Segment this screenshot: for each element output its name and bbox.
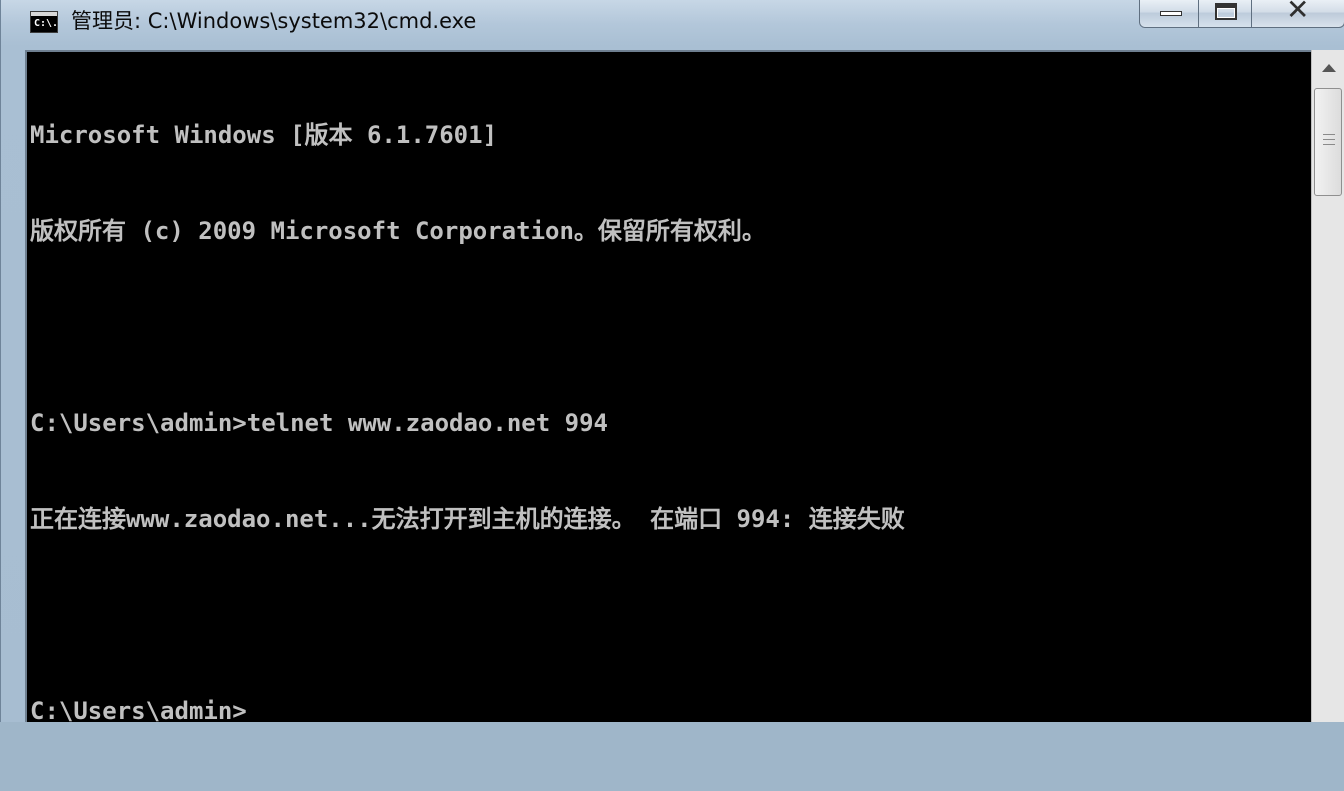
console-line-error: 正在连接www.zaodao.net...无法打开到主机的连接。 在端口 994…	[30, 505, 905, 533]
close-icon: ✕	[1286, 0, 1310, 26]
console-line-prompt: C:\Users\admin>	[30, 697, 247, 725]
minimize-button[interactable]	[1139, 0, 1199, 28]
console-line-blank	[30, 311, 905, 343]
console-line-copyright: 版权所有 (c) 2009 Microsoft Corporation。保留所有…	[30, 217, 766, 245]
console-line-command: C:\Users\admin>telnet www.zaodao.net 994	[30, 409, 608, 437]
maximize-button[interactable]	[1198, 0, 1252, 28]
console-lines: Microsoft Windows [版本 6.1.7601] 版权所有 (c)…	[30, 55, 905, 791]
console-line-version: Microsoft Windows [版本 6.1.7601]	[30, 121, 498, 149]
maximize-icon	[1215, 3, 1237, 20]
minimize-icon	[1160, 11, 1182, 16]
thumb-grip-icon	[1323, 134, 1335, 135]
cmd-app-icon-label: C:\.	[34, 18, 59, 29]
thumb-grip-icon	[1323, 144, 1335, 145]
vertical-scrollbar[interactable]	[1311, 50, 1344, 722]
scroll-up-arrow-icon	[1321, 64, 1336, 72]
close-button[interactable]: ✕	[1251, 0, 1344, 28]
console-output[interactable]: Microsoft Windows [版本 6.1.7601] 版权所有 (c)…	[25, 50, 1311, 725]
title-bar[interactable]: C:\. 管理员: C:\Windows\system32\cmd.exe ✕	[1, 0, 1344, 46]
caption-buttons: ✕	[1139, 0, 1344, 30]
window-title: 管理员: C:\Windows\system32\cmd.exe	[71, 9, 477, 33]
thumb-grip-icon	[1323, 139, 1335, 140]
cmd-app-icon[interactable]: C:\.	[30, 11, 58, 33]
cmd-window: C:\. 管理员: C:\Windows\system32\cmd.exe ✕ …	[0, 0, 1344, 725]
scrollbar-thumb[interactable]	[1314, 88, 1342, 196]
console-line-blank	[30, 599, 905, 631]
scroll-up-button[interactable]	[1312, 50, 1344, 86]
